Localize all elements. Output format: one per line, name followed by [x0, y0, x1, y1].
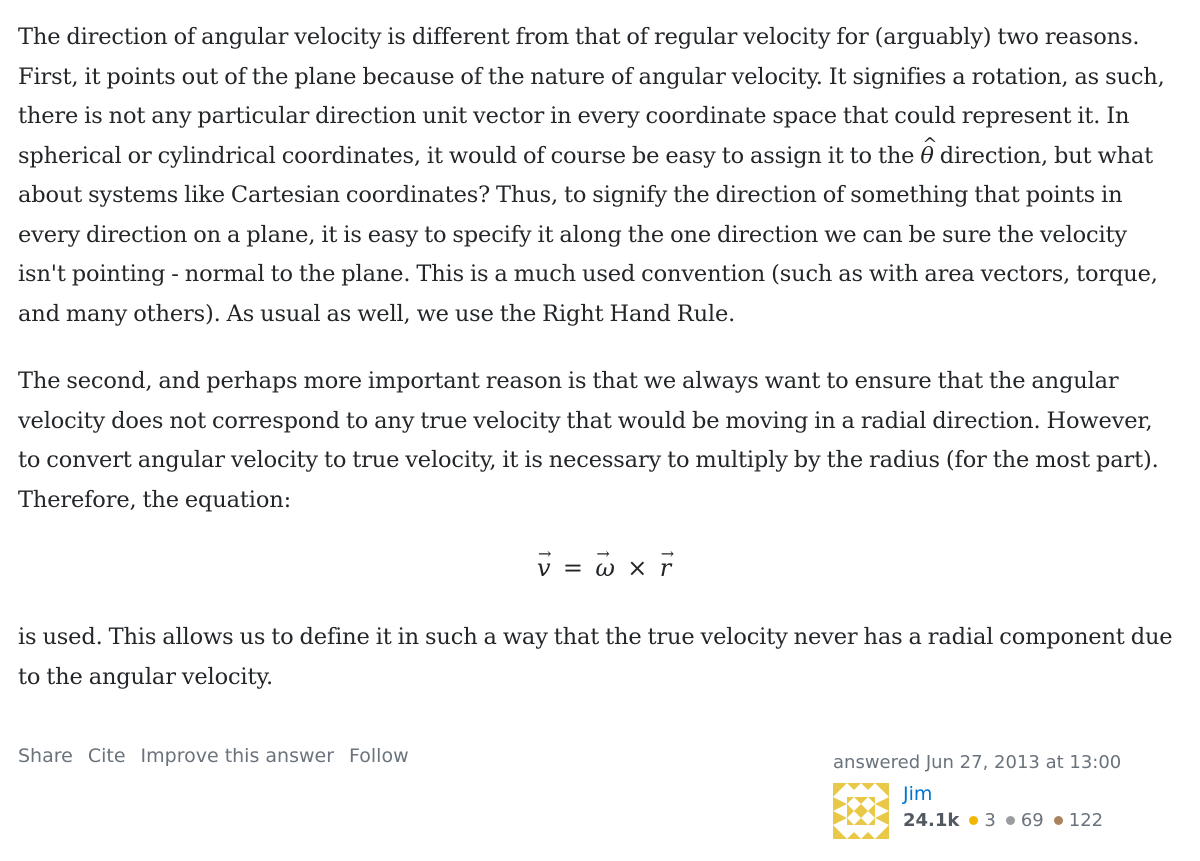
- answer-paragraph-3: is used. This allows us to define it in …: [18, 624, 1173, 690]
- hat-accent: ^: [922, 133, 938, 155]
- theta-hat-symbol: θ ^: [920, 134, 937, 177]
- silver-badge-icon: [1005, 816, 1015, 825]
- user-info-row: Jim 24.1k 3 69 122: [833, 781, 1121, 839]
- gold-badge-icon: [969, 816, 979, 825]
- bronze-badge-count: 122: [1068, 810, 1104, 831]
- vector-omega: ω →: [595, 544, 615, 588]
- silver-badges: 69: [1005, 810, 1044, 831]
- cross-product-equation: v → = ω → × r →: [18, 544, 1178, 588]
- follow-link[interactable]: Follow: [349, 745, 409, 767]
- post-menu: Share Cite Improve this answer Follow: [18, 745, 409, 767]
- vector-arrow: →: [537, 544, 552, 563]
- equals-sign: =: [562, 554, 583, 582]
- paragraph-text: direction, but what about systems like C…: [18, 142, 1158, 327]
- user-card: answered Jun 27, 2013 at 13:00 Jim 24.1k…: [833, 752, 1121, 839]
- vector-v: v →: [537, 544, 551, 588]
- bronze-badge-icon: [1053, 816, 1063, 825]
- silver-badge-count: 69: [1020, 810, 1044, 831]
- reputation-score: 24.1k: [903, 810, 960, 831]
- vector-r: r →: [660, 544, 674, 588]
- gold-badges: 3: [969, 810, 996, 831]
- user-details: Jim 24.1k 3 69 122: [903, 781, 1113, 831]
- user-stats: 24.1k 3 69 122: [903, 810, 1113, 831]
- vector-arrow: →: [660, 544, 674, 563]
- answer-paragraph-1: The direction of angular velocity is dif…: [18, 18, 1178, 334]
- user-name-link[interactable]: Jim: [903, 781, 1113, 807]
- improve-answer-link[interactable]: Improve this answer: [141, 745, 335, 767]
- answer-body: The direction of angular velocity is dif…: [18, 18, 1178, 725]
- times-sign: ×: [627, 554, 648, 582]
- answered-timestamp: answered Jun 27, 2013 at 13:00: [833, 752, 1122, 773]
- vector-arrow: →: [596, 544, 610, 563]
- answer-paragraph-2: The second, and perhaps more important r…: [18, 368, 1159, 513]
- avatar[interactable]: [833, 783, 889, 839]
- bronze-badges: 122: [1053, 810, 1104, 831]
- gold-badge-count: 3: [984, 810, 996, 831]
- cite-link[interactable]: Cite: [88, 745, 126, 767]
- share-link[interactable]: Share: [18, 745, 73, 767]
